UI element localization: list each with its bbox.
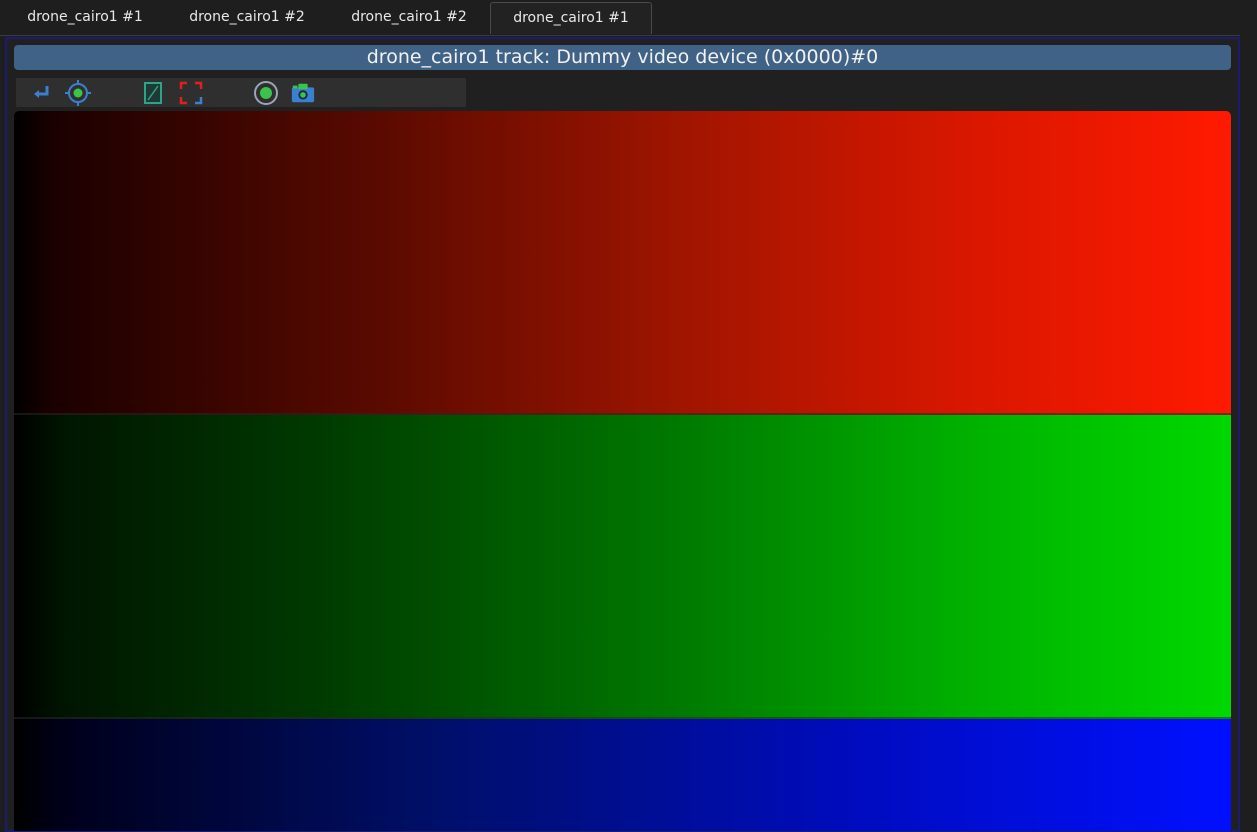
return-icon[interactable] <box>28 80 54 106</box>
tab-bar: drone_cairo1 #1 drone_cairo1 #2 drone_ca… <box>0 0 1240 36</box>
tab-drone-cairo1-1-active[interactable]: drone_cairo1 #1 <box>490 2 652 34</box>
fullscreen-icon[interactable] <box>178 80 204 106</box>
camera-icon[interactable] <box>290 80 316 106</box>
image-crop-icon[interactable] <box>140 80 166 106</box>
tab-drone-cairo1-2[interactable]: drone_cairo1 #2 <box>166 2 328 34</box>
video-toolbar <box>16 78 466 107</box>
video-frame[interactable] <box>14 111 1231 831</box>
video-panel: drone_cairo1 track: Dummy video device (… <box>5 37 1240 832</box>
record-icon[interactable] <box>253 80 279 106</box>
target-icon[interactable] <box>65 80 91 106</box>
green-color-band <box>14 415 1231 719</box>
blue-color-band <box>14 719 1231 831</box>
tab-drone-cairo1-2b[interactable]: drone_cairo1 #2 <box>328 2 490 34</box>
tab-drone-cairo1-1[interactable]: drone_cairo1 #1 <box>4 2 166 34</box>
red-color-band <box>14 111 1231 415</box>
panel-title: drone_cairo1 track: Dummy video device (… <box>14 45 1231 70</box>
